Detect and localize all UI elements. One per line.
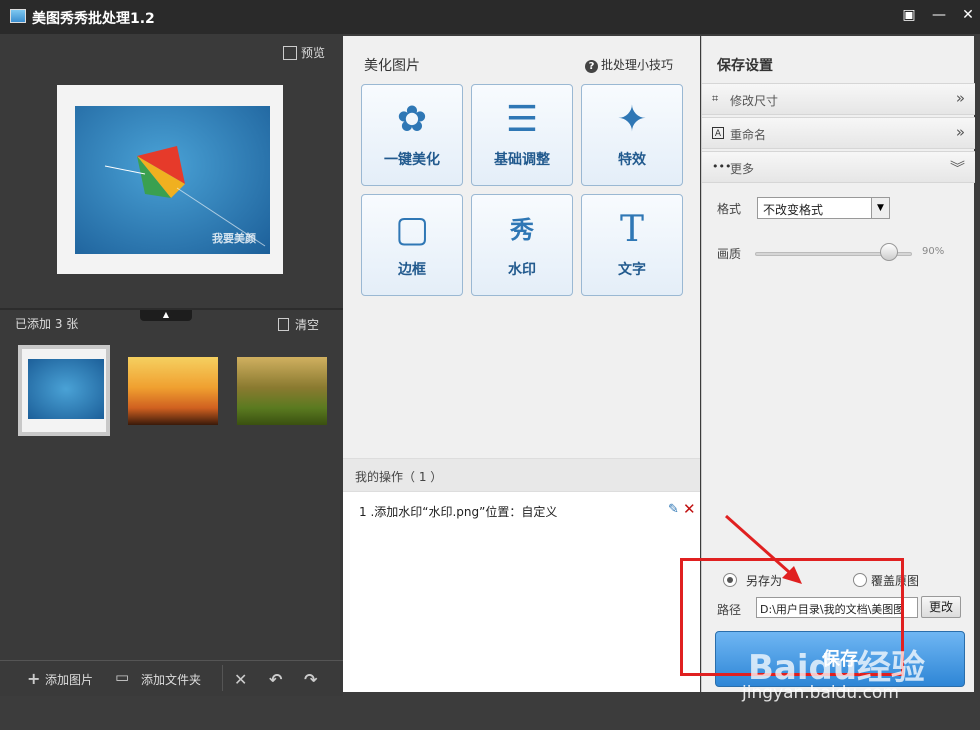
left-toolbar: + 添加图片 ▭ 添加文件夹 ✕ ↶ ↷ bbox=[0, 660, 343, 696]
help-icon: ? bbox=[585, 60, 598, 73]
section-more[interactable]: ••• 更多 ︾ bbox=[702, 151, 975, 183]
plus-icon: + bbox=[27, 669, 41, 688]
quality-label: 画质 bbox=[717, 247, 742, 261]
red-arrow-icon bbox=[725, 514, 802, 584]
window-title: 美图秀秀批处理1.2 bbox=[32, 11, 155, 27]
preview-icon bbox=[282, 46, 297, 60]
change-path-button[interactable]: 更改 bbox=[921, 596, 961, 618]
thumbnail-meadow[interactable] bbox=[237, 357, 327, 425]
tool-label: 特效 bbox=[618, 152, 646, 168]
section-rename[interactable]: A 重命名 » bbox=[702, 117, 975, 149]
beautify-panel: 美化图片 ? 批处理小技巧 ✿ 一键美化 ☰ 基础调整 ✦ 特效 ▢ 边框 秀 水… bbox=[343, 36, 700, 692]
tool-label: 水印 bbox=[508, 262, 536, 278]
left-panel: 预览 我要美颜 ▲ 已添加 3 张 清空 + 添加图片 ▭ 添加文件夹 ✕ ↶ … bbox=[0, 34, 343, 696]
operations-list: 1 .添加水印“水印.png”位置：自定义 ✎ ✕ bbox=[343, 492, 700, 692]
chat-icon[interactable]: ▣ bbox=[896, 4, 922, 26]
close-button[interactable]: ✕ bbox=[955, 4, 980, 26]
tool-border[interactable]: ▢ 边框 bbox=[361, 194, 463, 296]
section-label: 重命名 bbox=[730, 128, 767, 142]
preview-label: 预览 bbox=[300, 46, 325, 60]
minimize-button[interactable]: — bbox=[926, 4, 952, 26]
dropdown-arrow-icon: ▼ bbox=[871, 198, 889, 218]
tool-watermark[interactable]: 秀 水印 bbox=[471, 194, 573, 296]
format-label: 格式 bbox=[717, 202, 742, 216]
delete-icon[interactable]: ✕ bbox=[234, 670, 247, 689]
app-icon bbox=[10, 9, 26, 23]
tool-effects[interactable]: ✦ 特效 bbox=[581, 84, 683, 186]
collapse-icon: ︾ bbox=[949, 159, 965, 177]
preview-image: 我要美颜 bbox=[75, 106, 270, 254]
clear-button[interactable]: 清空 bbox=[278, 316, 319, 333]
quality-value: 90% bbox=[922, 246, 945, 257]
title-bar: 美图秀秀批处理1.2 ▣ — ✕ bbox=[0, 0, 980, 34]
format-value: 不改变格式 bbox=[763, 203, 824, 217]
crop-icon: ⌗ bbox=[712, 92, 719, 105]
preview-watermark: 我要美颜 bbox=[212, 232, 256, 245]
quality-slider-thumb[interactable] bbox=[880, 243, 899, 261]
operations-header: 我的操作（ 1 ） bbox=[343, 458, 700, 492]
expand-icon: » bbox=[955, 123, 965, 141]
expand-icon: » bbox=[955, 89, 965, 107]
clear-label: 清空 bbox=[295, 318, 320, 332]
remove-icon[interactable]: ✕ bbox=[683, 500, 696, 518]
add-folder-button[interactable]: 添加文件夹 bbox=[141, 671, 201, 688]
folder-icon: ▭ bbox=[115, 668, 130, 686]
tool-text[interactable]: T 文字 bbox=[581, 194, 683, 296]
baidu-watermark: Baidu经验 bbox=[748, 648, 926, 688]
section-label: 更多 bbox=[730, 162, 755, 176]
beautify-title: 美化图片 bbox=[364, 58, 420, 74]
operation-item: 1 .添加水印“水印.png”位置：自定义 bbox=[359, 505, 558, 519]
operations-title: 我的操作（ 1 ） bbox=[355, 470, 443, 484]
save-settings-title: 保存设置 bbox=[717, 58, 773, 74]
preview-frame: 我要美颜 bbox=[57, 85, 283, 274]
toolbar-divider bbox=[222, 665, 223, 691]
more-icon: ••• bbox=[712, 160, 732, 173]
edit-icon[interactable]: ✎ bbox=[668, 502, 679, 517]
format-select[interactable]: 不改变格式 ▼ bbox=[757, 197, 890, 219]
watermark-icon: 秀 bbox=[510, 216, 534, 244]
frame-icon: ▢ bbox=[394, 209, 429, 250]
magic-wand-icon: ✦ bbox=[616, 99, 648, 140]
rotate-left-icon[interactable]: ↶ bbox=[269, 670, 282, 689]
added-count: 已添加 3 张 bbox=[15, 317, 79, 331]
tulip-icon: ✿ bbox=[396, 99, 428, 140]
collapse-toggle[interactable]: ▲ bbox=[140, 310, 192, 321]
baidu-url: jingyan.baidu.com bbox=[742, 683, 899, 703]
tool-label: 一键美化 bbox=[384, 152, 440, 168]
tips-label: 批处理小技巧 bbox=[601, 58, 674, 72]
rotate-right-icon[interactable]: ↷ bbox=[304, 670, 317, 689]
thumbnail-image bbox=[28, 359, 104, 419]
thumbnail-kite[interactable] bbox=[18, 345, 110, 436]
tool-basic-adjust[interactable]: ☰ 基础调整 bbox=[471, 84, 573, 186]
tool-label: 文字 bbox=[618, 262, 646, 278]
tips-link[interactable]: ? 批处理小技巧 bbox=[585, 56, 673, 73]
trash-icon bbox=[278, 318, 289, 331]
tool-label: 基础调整 bbox=[494, 152, 550, 168]
sliders-icon: ☰ bbox=[505, 99, 539, 140]
thumbnail-tower[interactable] bbox=[128, 357, 218, 425]
rename-icon: A bbox=[712, 127, 724, 139]
add-image-button[interactable]: 添加图片 bbox=[45, 671, 93, 688]
preview-link[interactable]: 预览 bbox=[282, 44, 325, 61]
text-icon: T bbox=[619, 209, 644, 250]
section-label: 修改尺寸 bbox=[730, 94, 779, 108]
tool-auto-beautify[interactable]: ✿ 一键美化 bbox=[361, 84, 463, 186]
tool-label: 边框 bbox=[398, 262, 426, 278]
section-resize[interactable]: ⌗ 修改尺寸 » bbox=[702, 83, 975, 115]
